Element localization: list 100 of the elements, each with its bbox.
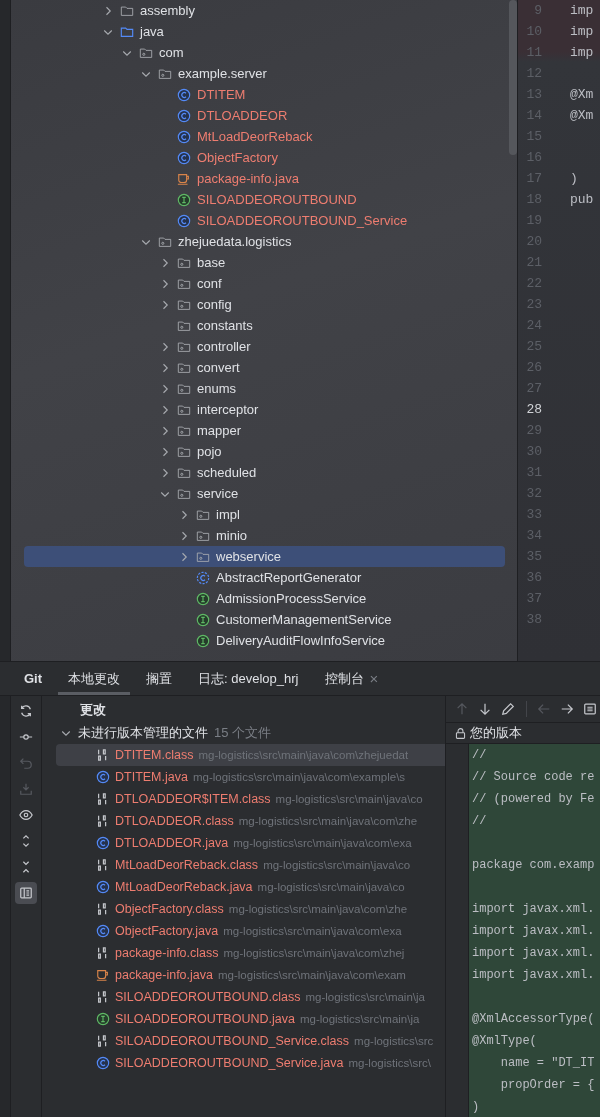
tree-item[interactable]: minio — [24, 525, 505, 546]
code-line: pub — [570, 192, 595, 207]
changed-file-row[interactable]: MtLoadDeorReback.class mg-logistics\src\main\java\co — [56, 854, 445, 876]
class-icon — [177, 129, 191, 144]
class-icon — [96, 836, 110, 850]
tree-item[interactable]: pojo — [24, 441, 505, 462]
code-line: imp — [570, 24, 595, 39]
tree-item[interactable]: controller — [24, 336, 505, 357]
tree-item[interactable]: SILOADDEOROUTBOUND_Service — [24, 210, 505, 231]
tree-item[interactable]: DTLOADDEOR — [24, 105, 505, 126]
changed-file-row[interactable]: ObjectFactory.java mg-logistics\src\main\java\com\exa — [56, 920, 445, 942]
class-icon — [177, 150, 191, 165]
tree-item[interactable]: impl — [24, 504, 505, 525]
arrow-up-icon — [454, 702, 469, 716]
code-line: name = "DT_IT — [499, 1056, 595, 1070]
tree-item[interactable]: convert — [24, 357, 505, 378]
tree-item[interactable]: scheduled — [24, 462, 505, 483]
scrollbar-thumb[interactable] — [509, 0, 517, 155]
tree-item[interactable]: enums — [24, 378, 505, 399]
class-icon — [177, 108, 191, 123]
package-folder-icon — [158, 234, 172, 249]
package-folder-icon — [139, 45, 153, 60]
line-number: 28 — [525, 402, 542, 417]
changed-file-row[interactable]: SILOADDEOROUTBOUND.java mg-logistics\src\main\ja — [56, 1008, 445, 1030]
package-folder-icon — [177, 402, 191, 417]
changed-file-row[interactable]: MtLoadDeorReback.java mg-logistics\src\main\java\co — [56, 876, 445, 898]
changed-file-row[interactable]: SILOADDEOROUTBOUND_Service.java mg-logistics\src\ — [56, 1052, 445, 1074]
preview-panel-icon — [19, 886, 33, 900]
code-line: // — [472, 748, 487, 762]
folder-icon — [120, 24, 134, 39]
code-line: @Xm — [570, 108, 595, 123]
group-label[interactable]: 未进行版本管理的文件 — [78, 724, 208, 742]
diff-header: 您的版本 — [470, 724, 522, 742]
package-folder-icon — [177, 255, 191, 270]
tree-item[interactable]: example.server — [24, 63, 505, 84]
interface-icon — [196, 591, 210, 606]
code-line: import javax.xml. — [472, 924, 595, 938]
tree-item[interactable]: constants — [24, 315, 505, 336]
changes-heading: 更改 — [79, 701, 107, 719]
class-icon — [96, 924, 110, 938]
tree-item[interactable]: com — [24, 42, 505, 63]
tree-item[interactable]: ObjectFactory — [24, 147, 505, 168]
tree-item[interactable]: conf — [24, 273, 505, 294]
tree-item[interactable]: MtLoadDeorReback — [24, 126, 505, 147]
class-icon — [96, 1056, 110, 1070]
code-line: @Xm — [570, 87, 595, 102]
changed-file-row[interactable]: SILOADDEOROUTBOUND.class mg-logistics\src\main\ja — [56, 986, 445, 1008]
changed-file-row[interactable]: package-info.java mg-logistics\src\main\java\com\exam — [56, 964, 445, 986]
download-icon — [19, 782, 33, 796]
changed-file-row[interactable]: DTLOADDEOR$ITEM.class mg-logistics\src\main\java\co — [56, 788, 445, 810]
file-count: 15 个文件 — [214, 724, 272, 742]
tree-item[interactable]: DeliveryAuditFlowInfoService — [24, 630, 505, 651]
code-line: @XmlType( — [472, 1034, 537, 1048]
code-line: ) — [570, 171, 579, 186]
tree-item[interactable]: base — [24, 252, 505, 273]
cup-icon — [96, 968, 110, 982]
tree-item[interactable]: mapper — [24, 420, 505, 441]
code-line: package com.examp — [472, 858, 595, 872]
changed-file-row[interactable]: DTLOADDEOR.java mg-logistics\src\main\java\com\exa — [56, 832, 445, 854]
tab[interactable]: 控制台 × — [314, 662, 389, 695]
package-folder-icon — [177, 381, 191, 396]
class-icon — [96, 880, 110, 894]
tree-item[interactable]: AbstractReportGenerator — [24, 567, 505, 588]
package-folder-icon — [177, 486, 191, 501]
changed-file-row[interactable]: SILOADDEOROUTBOUND_Service.class mg-logistics\src — [56, 1030, 445, 1052]
code-line: import javax.xml. — [472, 946, 595, 960]
tab[interactable]: 本地更改 — [58, 662, 131, 695]
tree-item[interactable]: DTITEM — [24, 84, 505, 105]
changed-file-row[interactable]: ObjectFactory.class mg-logistics\src\main\java\com\zhe — [56, 898, 445, 920]
changed-file-row[interactable]: DTLOADDEOR.class mg-logistics\src\main\java\com\zhe — [56, 810, 445, 832]
class-icon — [177, 87, 191, 102]
tab[interactable]: 搁置 — [136, 662, 183, 695]
tree-item[interactable]: java — [24, 21, 505, 42]
interface-icon — [177, 192, 191, 207]
code-line: imp — [570, 45, 595, 60]
tree-item[interactable]: webservice — [24, 546, 505, 567]
code-line: // (powered by Fe — [472, 792, 595, 806]
tree-item[interactable]: interceptor — [24, 399, 505, 420]
code-line: // Source code re — [472, 770, 595, 784]
tree-item[interactable]: AdmissionProcessService — [24, 588, 505, 609]
changed-file-row[interactable]: DTITEM.java mg-logistics\src\main\java\com\example\s — [56, 766, 445, 788]
changed-file-row[interactable]: package-info.class mg-logistics\src\main\java\com\zhej — [56, 942, 445, 964]
tree-item[interactable]: zhejuedata.logistics — [24, 231, 505, 252]
class-icon — [177, 213, 191, 228]
tree-item[interactable]: CustomerManagementService — [24, 609, 505, 630]
tree-item[interactable]: config — [24, 294, 505, 315]
toolbar-button[interactable] — [15, 882, 37, 904]
tree-item[interactable]: service — [24, 483, 505, 504]
tree-item[interactable]: package-info.java — [24, 168, 505, 189]
code-line: import javax.xml. — [472, 902, 595, 916]
code-line: import javax.xml. — [472, 968, 595, 982]
package-folder-icon — [177, 339, 191, 354]
class-icon — [96, 770, 110, 784]
cup-icon — [177, 171, 191, 186]
package-folder-icon — [177, 465, 191, 480]
package-folder-icon — [177, 423, 191, 438]
tab[interactable]: 日志: develop_hrj — [188, 662, 309, 695]
lock-icon — [454, 726, 467, 740]
tree-item[interactable]: assembly — [24, 0, 505, 21]
tree-item[interactable]: SILOADDEOROUTBOUND — [24, 189, 505, 210]
